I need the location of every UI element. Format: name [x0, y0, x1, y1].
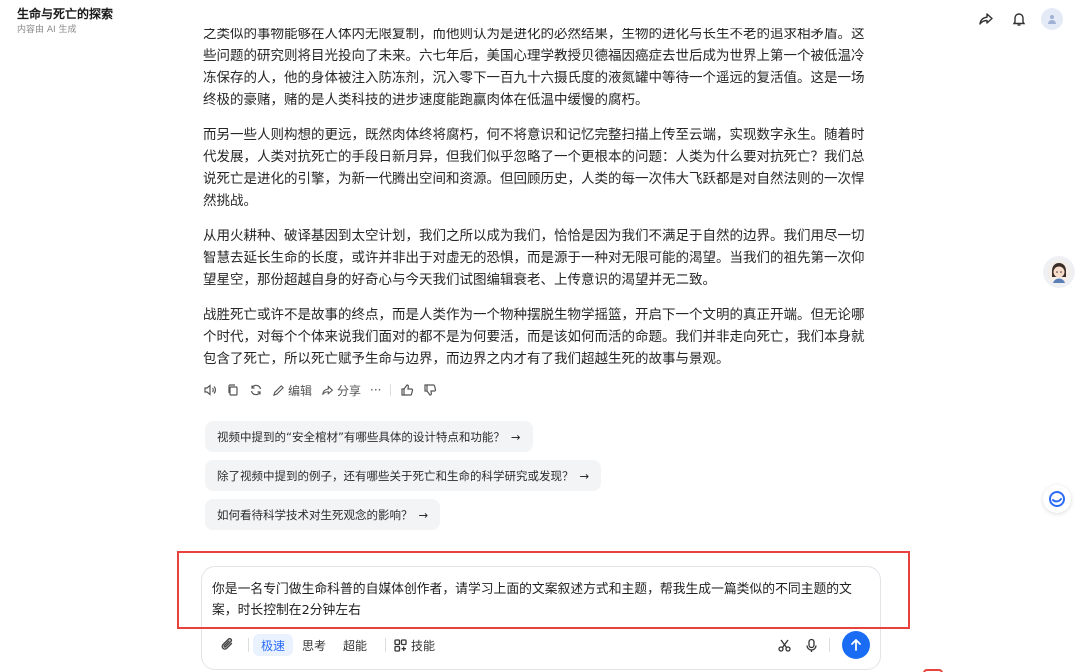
mode-think-button[interactable]: 思考 [294, 634, 334, 656]
divider [390, 384, 392, 396]
ai-generated-note: 内容由 AI 生成 [17, 25, 77, 35]
mode-super-button[interactable]: 超能 [335, 634, 375, 656]
share-label: 分享 [337, 383, 362, 398]
arrow-right-icon: → [510, 429, 521, 444]
regenerate-icon[interactable] [249, 383, 263, 397]
mode-fast-button[interactable]: 极速 [253, 634, 294, 656]
share-button[interactable]: 分享 [321, 382, 361, 399]
assistant-avatar[interactable] [1043, 256, 1075, 288]
message-paragraph: 之类似的事物能够在人体内无限复制，而他则认为是进化的必然结果，生物的进化与长生不… [203, 28, 865, 108]
assistant-message: 之类似的事物能够在人体内无限复制，而他则认为是进化的必然结果，生物的进化与长生不… [203, 28, 873, 383]
grid-icon [394, 638, 407, 652]
page-title: 生命与死亡的探索 [17, 7, 114, 21]
copy-icon[interactable] [226, 383, 240, 397]
arrow-right-icon: → [418, 507, 429, 522]
edit-button[interactable]: 编辑 [272, 382, 312, 399]
suggestion-chip[interactable]: 视频中提到的“安全棺材”有哪些具体的设计特点和功能？ → [205, 421, 533, 452]
bell-icon[interactable] [1008, 8, 1030, 30]
arrow-up-icon [851, 639, 861, 651]
divider [829, 638, 830, 652]
divider [385, 638, 386, 652]
input-toolbar: 极速 思考 超能 技能 [201, 631, 881, 659]
highlight-annotation [177, 551, 910, 629]
share-icon[interactable] [975, 8, 997, 30]
message-paragraph: 战胜死亡或许不是故事的终点，而是人类作为一个物种摆脱生物学摇篮，开启下一个文明的… [203, 307, 865, 367]
microphone-icon[interactable] [801, 635, 821, 655]
user-avatar[interactable] [1041, 8, 1063, 30]
thumbs-up-icon[interactable] [400, 383, 414, 397]
skills-button[interactable]: 技能 [394, 634, 435, 656]
pencil-icon [272, 384, 284, 396]
share-icon [322, 384, 334, 395]
suggestion-chip[interactable]: 如何看待科学技术对生死观念的影响？ → [205, 499, 441, 530]
thumbs-down-icon[interactable] [423, 383, 437, 397]
corner-toolbar [922, 662, 1080, 672]
edit-label: 编辑 [288, 383, 313, 398]
suggestion-chip[interactable]: 除了视频中提到的例子，还有哪些关于死亡和生命的科学研究或发现？ → [205, 460, 602, 491]
paperclip-icon[interactable] [219, 635, 239, 655]
more-button[interactable]: ··· [370, 383, 381, 397]
speaker-icon[interactable] [203, 383, 217, 397]
floating-assistant-icon[interactable] [1043, 485, 1071, 513]
arrow-right-icon: → [579, 468, 590, 483]
send-button[interactable] [842, 631, 870, 659]
message-paragraph: 而另一些人则构想的更远，既然肉体终将腐朽，何不将意识和记忆完整扫描上传至云端，实… [203, 127, 865, 209]
divider [248, 638, 249, 652]
skills-label: 技能 [411, 638, 436, 653]
message-paragraph: 从用火耕种、破译基因到太空计划，我们之所以成为我们，恰恰是因为我们不满足于自然的… [203, 228, 865, 288]
scissors-icon[interactable] [774, 635, 794, 655]
message-actions: 编辑 分享 ··· [203, 378, 437, 402]
